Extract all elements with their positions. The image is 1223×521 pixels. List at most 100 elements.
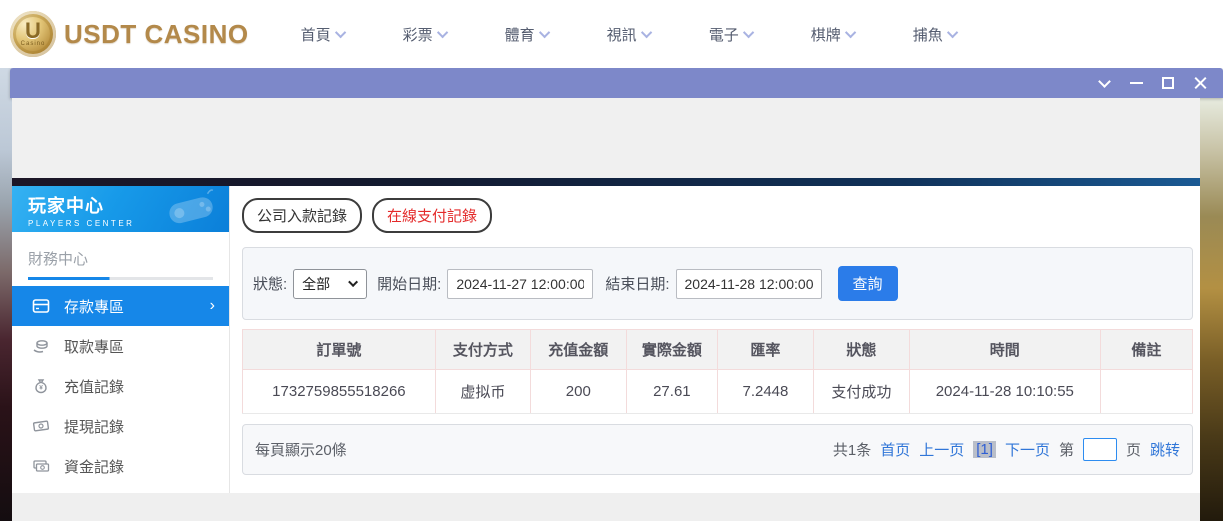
- end-date-input[interactable]: [676, 269, 822, 299]
- window-titlebar: [10, 68, 1223, 98]
- sidebar-item-label: 取款專區: [64, 336, 215, 357]
- pagination-bar: 每頁顯示20條 共1条 首页 上一页 [1] 下一页 第 页 跳转: [242, 424, 1193, 475]
- sidebar-item-label: 資金記錄: [64, 456, 215, 477]
- col-order-no: 訂單號: [243, 330, 436, 370]
- next-page-link[interactable]: 下一页: [1005, 439, 1050, 460]
- records-table: 訂單號 支付方式 充值金額 實際金額 匯率 狀態 時間 備註: [242, 329, 1193, 414]
- page-jump-input[interactable]: [1083, 438, 1117, 461]
- main-panel: 公司入款記錄 在線支付記錄 狀態: 全部 開始日期: 結束日期: 查詢: [229, 186, 1200, 493]
- site-header: U Casino USDT CASINO 首頁 彩票 體育 視訊 電子 棋牌 捕…: [0, 0, 1223, 68]
- players-center-header: 玩家中心 PLAYERS CENTER: [12, 186, 229, 232]
- svg-text:¥: ¥: [39, 385, 43, 392]
- status-label: 狀態:: [253, 273, 287, 294]
- start-date-label: 開始日期:: [377, 273, 441, 294]
- window-close-button[interactable]: [1191, 74, 1209, 92]
- logo[interactable]: U Casino USDT CASINO: [10, 11, 249, 57]
- col-remark: 備註: [1100, 330, 1192, 370]
- nav-label: 捕魚: [913, 24, 943, 45]
- nav-label: 體育: [505, 24, 535, 45]
- nav-item-sports[interactable]: 體育: [505, 24, 550, 45]
- nav-label: 電子: [709, 24, 739, 45]
- sidebar-item-recharge-records[interactable]: ¥ 充值記錄: [12, 366, 229, 406]
- divider-band: [12, 178, 1200, 186]
- col-recharge-amount: 充值金額: [530, 330, 626, 370]
- page-size-text: 每頁顯示20條: [255, 439, 347, 460]
- sidebar-item-withdrawal-records[interactable]: 提現記錄: [12, 406, 229, 446]
- col-pay-method: 支付方式: [435, 330, 530, 370]
- cash-note-icon: [32, 417, 50, 435]
- cell-rate: 7.2448: [717, 370, 813, 414]
- bottom-strip: [12, 493, 1200, 521]
- logo-letter: U: [25, 21, 41, 41]
- col-time: 時間: [909, 330, 1100, 370]
- total-count-text: 共1条: [833, 439, 871, 460]
- main-nav: 首頁 彩票 體育 視訊 電子 棋牌 捕魚: [301, 24, 958, 45]
- nav-item-home[interactable]: 首頁: [301, 24, 346, 45]
- content-area: 玩家中心 PLAYERS CENTER 財務中心: [12, 186, 1200, 493]
- filter-panel: 狀態: 全部 開始日期: 結束日期: 查詢: [242, 247, 1193, 320]
- chevron-down-icon: [947, 27, 958, 38]
- nav-item-live[interactable]: 視訊: [607, 24, 652, 45]
- nav-item-lottery[interactable]: 彩票: [403, 24, 448, 45]
- col-status: 狀態: [813, 330, 909, 370]
- window-minimize-button[interactable]: [1127, 74, 1145, 92]
- sidebar-item-label: 存款專區: [64, 296, 196, 317]
- nav-item-boardgames[interactable]: 棋牌: [811, 24, 856, 45]
- window-maximize-button[interactable]: [1159, 74, 1177, 92]
- logo-sub-text: Casino: [21, 41, 46, 48]
- chevron-down-icon: [845, 27, 856, 38]
- sidebar-item-label: 提現記錄: [64, 416, 215, 437]
- money-bag-icon: ¥: [32, 377, 50, 395]
- cell-recharge-amount: 200: [530, 370, 626, 414]
- sidebar-menu: 存款專區 › 取款專區 ¥ 充值記錄 提現記: [12, 286, 229, 486]
- nav-item-fishing[interactable]: 捕魚: [913, 24, 958, 45]
- col-actual-amount: 實際金額: [626, 330, 717, 370]
- status-select[interactable]: 全部: [293, 269, 367, 299]
- table-row: 1732759855518266 虚拟币 200 27.61 7.2448 支付…: [243, 370, 1193, 414]
- select-chevron-icon: [348, 277, 358, 287]
- tab-company-deposit-records[interactable]: 公司入款記錄: [242, 198, 362, 233]
- prev-page-link[interactable]: 上一页: [919, 439, 964, 460]
- first-page-link[interactable]: 首页: [880, 439, 910, 460]
- chevron-down-icon: [335, 27, 346, 38]
- finance-section-label: 財務中心: [12, 232, 229, 277]
- current-page-badge: [1]: [973, 441, 996, 458]
- jump-link[interactable]: 跳转: [1150, 439, 1180, 460]
- cell-actual-amount: 27.61: [626, 370, 717, 414]
- window-body: 玩家中心 PLAYERS CENTER 財務中心: [12, 98, 1200, 521]
- collapse-chevron-icon: [1098, 75, 1111, 88]
- search-button[interactable]: 查詢: [838, 266, 898, 301]
- pagination-controls: 共1条 首页 上一页 [1] 下一页 第 页 跳转: [833, 438, 1180, 461]
- table-header-row: 訂單號 支付方式 充值金額 實際金額 匯率 狀態 時間 備註: [243, 330, 1193, 370]
- sidebar-item-deposit[interactable]: 存款專區 ›: [12, 286, 229, 326]
- nav-label: 首頁: [301, 24, 331, 45]
- nav-label: 棋牌: [811, 24, 841, 45]
- sidebar-item-withdraw[interactable]: 取款專區: [12, 326, 229, 366]
- chevron-down-icon: [539, 27, 550, 38]
- chevron-down-icon: [641, 27, 652, 38]
- cell-remark: [1100, 370, 1192, 414]
- withdraw-hand-icon: [32, 337, 50, 355]
- col-rate: 匯率: [717, 330, 813, 370]
- tab-online-payment-records[interactable]: 在線支付記錄: [372, 198, 492, 233]
- cell-order-no: 1732759855518266: [243, 370, 436, 414]
- start-date-input[interactable]: [447, 269, 593, 299]
- brand-name: USDT CASINO: [64, 19, 249, 50]
- page: U Casino USDT CASINO 首頁 彩票 體育 視訊 電子 棋牌 捕…: [0, 0, 1223, 521]
- jump-prefix-text: 第: [1059, 439, 1074, 460]
- cell-status: 支付成功: [813, 370, 909, 414]
- funds-stack-icon: [32, 457, 50, 475]
- nav-item-slots[interactable]: 電子: [709, 24, 754, 45]
- window-banner-area: [12, 98, 1200, 178]
- chevron-down-icon: [437, 27, 448, 38]
- sidebar-item-funds-records[interactable]: 資金記錄: [12, 446, 229, 486]
- deposit-card-icon: [32, 297, 50, 315]
- logo-badge-icon: U Casino: [10, 11, 56, 57]
- chevron-right-icon: ›: [210, 297, 215, 315]
- maximize-icon: [1162, 77, 1174, 89]
- jump-suffix-text: 页: [1126, 439, 1141, 460]
- sidebar: 玩家中心 PLAYERS CENTER 財務中心: [12, 186, 229, 493]
- nav-label: 彩票: [403, 24, 433, 45]
- window-collapse-button[interactable]: [1095, 74, 1113, 92]
- record-tabs: 公司入款記錄 在線支付記錄: [242, 198, 1193, 233]
